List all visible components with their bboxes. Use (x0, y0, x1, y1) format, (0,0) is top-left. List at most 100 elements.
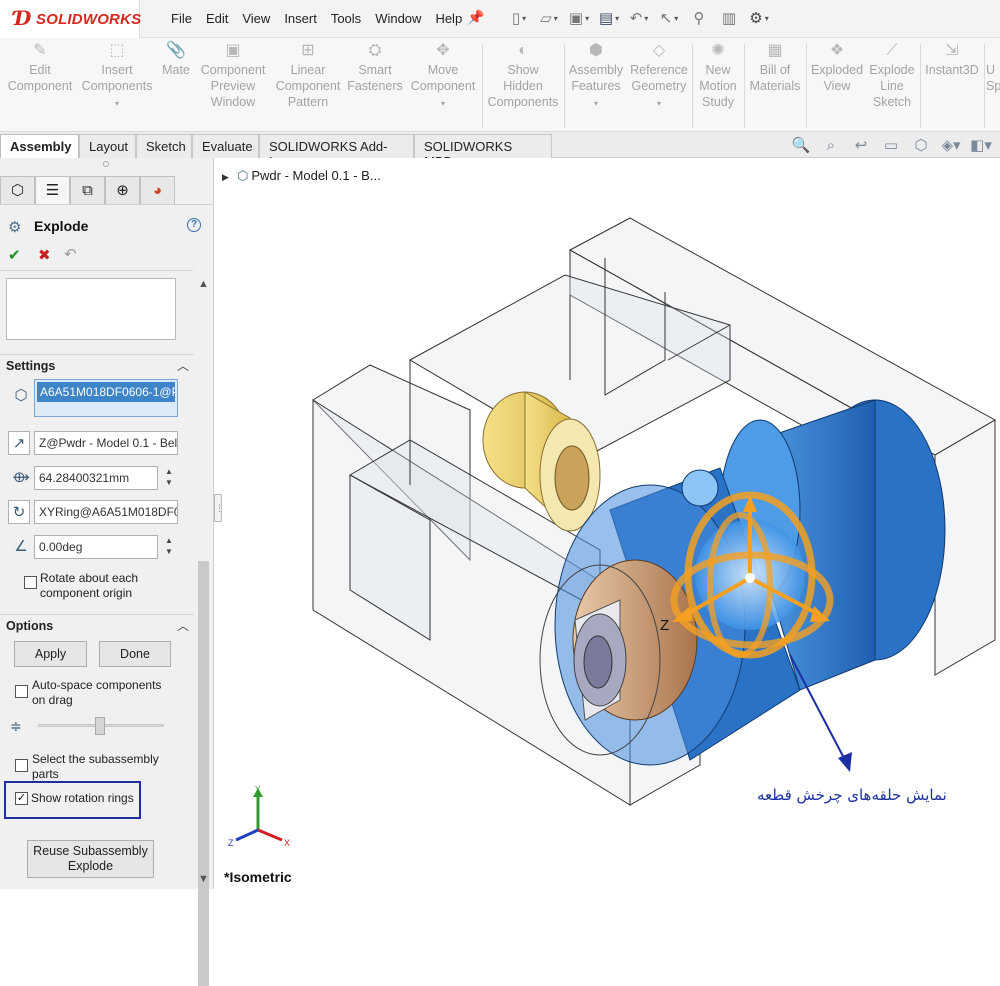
hide-show-icon[interactable]: ◧▾ (970, 136, 992, 156)
done-button[interactable]: Done (99, 641, 171, 667)
zoom-area-icon[interactable]: ⌕ (820, 136, 842, 156)
divider (744, 44, 745, 128)
linear-pattern-button[interactable]: ⊞ Linear Component Pattern (272, 42, 344, 110)
section-view-icon[interactable]: ▭ (880, 136, 902, 156)
show-hidden-button[interactable]: ◐ Show Hidden Components (484, 42, 562, 110)
scroll-thumb[interactable] (198, 561, 209, 986)
distance-stepper[interactable]: ▲ ▼ (162, 466, 176, 490)
exploded-view-button[interactable]: ❖ Exploded View (808, 42, 866, 94)
spacing-slider-thumb[interactable] (95, 717, 105, 735)
title-bar: Ɗ SOLIDWORKS File Edit View Insert Tools… (0, 0, 1000, 38)
view-orientation-icon[interactable]: ⬡ (910, 136, 932, 156)
tab-sketch[interactable]: Sketch (136, 134, 192, 158)
scrollbar[interactable]: ▲ ▼ (195, 276, 212, 986)
command-manager: ✎ Edit Component ⬚ Insert Components ▾ 📎 Mat… (0, 38, 1000, 132)
rotation-axis-icon[interactable]: ↻ (8, 500, 30, 524)
file-props-icon[interactable]: ▥ (716, 7, 742, 29)
linear-pattern-icon: ⊞ (301, 42, 315, 59)
configuration-manager-tab[interactable]: ⧉ (70, 176, 105, 204)
rebuild-icon[interactable]: ⚲ (686, 7, 712, 29)
pin-icon[interactable]: 📌 (467, 9, 484, 26)
panel-grip-icon[interactable] (103, 161, 109, 167)
configuration-icon: ⧉ (82, 182, 93, 199)
tab-evaluate[interactable]: Evaluate (192, 134, 259, 158)
dimxpert-tab[interactable]: ⊕ (105, 176, 140, 204)
select-subassembly-checkbox[interactable] (15, 759, 28, 772)
zoom-fit-icon[interactable]: 🔍 (790, 136, 812, 156)
menu-insert[interactable]: Insert (277, 11, 324, 26)
mate-icon: 📎 (166, 42, 186, 59)
edit-component-button[interactable]: ✎ Edit Component (4, 42, 76, 94)
display-style-icon[interactable]: ◈▾ (940, 136, 962, 156)
tab-addins[interactable]: SOLIDWORKS Add-Ins (259, 134, 414, 169)
select-icon[interactable]: ↖ ▾ (656, 7, 682, 29)
selected-component[interactable]: A6A51M018DF0606-1@Pw (37, 382, 175, 402)
angle-stepper[interactable]: ▲ ▼ (162, 535, 176, 559)
scroll-up-icon[interactable]: ▲ (198, 278, 209, 290)
undo-step-button[interactable]: ↶ (64, 245, 77, 263)
mate-button[interactable]: 📎 Mate (158, 42, 194, 78)
auto-space-checkbox[interactable] (15, 685, 28, 698)
menu-file[interactable]: File (164, 11, 199, 26)
graphics-area[interactable]: ▶ ⬡ Pwdr - Model 0.1 - B... Z Y X Z نمای… (222, 158, 1000, 889)
menu-edit[interactable]: Edit (199, 11, 235, 26)
show-rotation-rings-checkbox[interactable]: ✓ (15, 792, 28, 805)
cancel-button[interactable]: ✖ (38, 246, 51, 264)
direction-field[interactable]: Z@Pwdr - Model 0.1 - Bel (34, 431, 178, 455)
new-doc-icon[interactable]: ▯ ▾ (506, 7, 532, 29)
direction-arrow-icon[interactable]: ↗ (8, 431, 30, 455)
display-manager-tab[interactable]: ◕ (140, 176, 175, 204)
menu-help[interactable]: Help (428, 11, 469, 26)
component-preview-button[interactable]: ▣ Component Preview Window (196, 42, 270, 110)
property-manager: ⬡ ☰ ⧉ ⊕ ◕ ⚙ Explode ? ✔ ✖ ↶ ▲ ▼ Settings… (0, 158, 214, 986)
explode-line-sketch-button[interactable]: ⟋ Explode Line Sketch (866, 42, 918, 110)
undo-icon[interactable]: ↶ ▾ (626, 7, 652, 29)
ok-button[interactable]: ✔ (8, 246, 21, 264)
tab-layout[interactable]: Layout (79, 134, 136, 158)
open-icon[interactable]: ▱ ▾ (536, 7, 562, 29)
solidworks-logo[interactable]: Ɗ SOLIDWORKS (0, 0, 141, 38)
move-component-button[interactable]: ✥ Move Component ▾ (406, 42, 480, 112)
save-icon[interactable]: ▣ ▾ (566, 7, 592, 29)
model-viewport[interactable]: Z Y X Z (222, 158, 1000, 889)
exploded-view-label: Exploded View (810, 63, 864, 93)
new-motion-study-button[interactable]: ✺ New Motion Study (694, 42, 742, 110)
previous-view-icon[interactable]: ↩ (850, 136, 872, 156)
print-icon[interactable]: ▤ ▾ (596, 7, 622, 29)
options-title: Options (6, 619, 54, 633)
explode-steps-list[interactable] (6, 278, 176, 340)
menu-view[interactable]: View (235, 11, 277, 26)
reference-geometry-button[interactable]: ◇ Reference Geometry ▾ (628, 42, 690, 112)
angle-input[interactable]: 0.00deg (34, 535, 158, 559)
collapse-icon[interactable]: ︿ (177, 357, 189, 374)
panel-splitter[interactable]: ⋮ (214, 494, 224, 522)
menu-window[interactable]: Window (368, 11, 428, 26)
options-group-header[interactable]: Options ︿ (0, 614, 194, 638)
tab-assembly[interactable]: Assembly (0, 134, 79, 158)
instant3d-button[interactable]: ⇲ Instant3D (922, 42, 982, 78)
help-icon[interactable]: ? (187, 218, 201, 232)
rotation-axis-field[interactable]: XYRing@A6A51M018DF06 (34, 500, 178, 524)
assembly-features-label: Assembly Features (568, 63, 624, 93)
insert-components-button[interactable]: ⬚ Insert Components ▾ (78, 42, 156, 112)
insert-components-label: Insert Components (81, 63, 153, 93)
update-icon (986, 42, 1000, 60)
component-selection-field[interactable]: A6A51M018DF0606-1@Pw (34, 379, 178, 417)
menu-tools[interactable]: Tools (324, 11, 368, 26)
reuse-subassembly-explode-button[interactable]: Reuse Subassembly Explode (27, 840, 154, 878)
property-manager-tab[interactable]: ☰ (35, 176, 70, 204)
update-button[interactable]: U Sp (986, 42, 1000, 94)
smart-fasteners-button[interactable]: ⛭ Smart Fasteners (346, 42, 404, 94)
options-icon[interactable]: ⚙ ▾ (746, 7, 772, 29)
feature-manager-tab[interactable]: ⬡ (0, 176, 35, 204)
apply-button[interactable]: Apply (14, 641, 87, 667)
distance-input[interactable]: 64.28400321mm (34, 466, 158, 490)
collapse-icon[interactable]: ︿ (177, 617, 189, 634)
tab-mbd[interactable]: SOLIDWORKS MBD (414, 134, 552, 169)
divider (0, 354, 194, 355)
bill-of-materials-button[interactable]: ▦ Bill of Materials (746, 42, 804, 94)
assembly-features-button[interactable]: ⬢ Assembly Features ▾ (566, 42, 626, 112)
rotate-each-checkbox[interactable] (24, 576, 37, 589)
settings-group-header[interactable]: Settings ︿ (0, 354, 194, 378)
scroll-down-icon[interactable]: ▼ (198, 873, 209, 885)
